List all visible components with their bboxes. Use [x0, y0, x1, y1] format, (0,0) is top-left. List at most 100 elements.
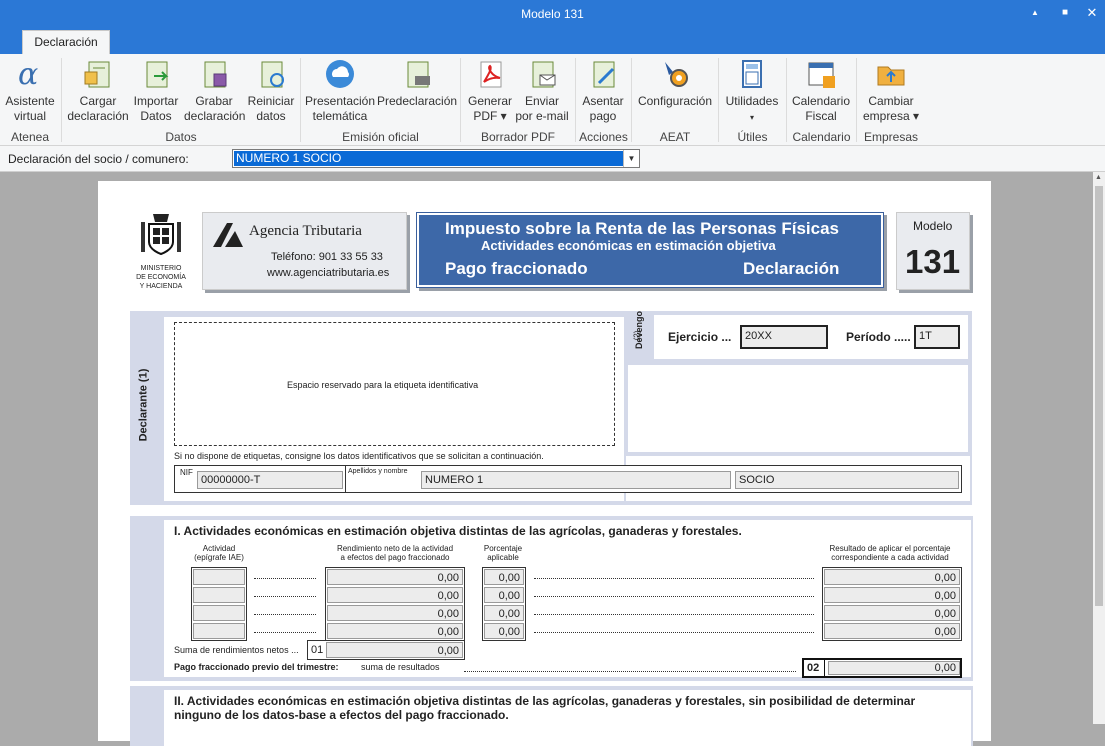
- button-label: Predeclaración: [377, 94, 458, 108]
- button-label: Reiniciar: [247, 94, 295, 108]
- actividad-field[interactable]: [193, 605, 245, 621]
- resultado-field[interactable]: 0,00: [824, 623, 960, 639]
- periodo-field[interactable]: 1T: [914, 325, 960, 349]
- pago-box: 02 0,00: [802, 658, 962, 678]
- porcentaje-field[interactable]: 0,00: [484, 587, 524, 603]
- button-label: Grabar: [195, 94, 233, 108]
- socio-select[interactable]: NUMERO 1 SOCIO ▼: [232, 149, 640, 168]
- name-label: Apellidos y nombre: [348, 468, 408, 475]
- presentacion-telematica-button[interactable]: Presentación telemática: [304, 58, 376, 124]
- button-label: declaración: [184, 109, 246, 123]
- header-porcentaje: Porcentaje aplicable: [483, 544, 523, 562]
- calendar-icon: [808, 62, 835, 88]
- button-label: Generar: [467, 94, 513, 108]
- leader-dots: [254, 596, 316, 597]
- generar-pdf-button[interactable]: Generar PDF ▾: [464, 58, 516, 124]
- chevron-down-icon: ▾: [749, 113, 754, 122]
- leader-dots: [534, 632, 814, 633]
- enviar-email-button[interactable]: Enviar por e-mail: [514, 58, 570, 124]
- pago-field[interactable]: 0,00: [828, 661, 960, 675]
- porcentaje-field[interactable]: 0,00: [484, 605, 524, 621]
- rendimiento-field[interactable]: 0,00: [327, 623, 463, 639]
- save-icon: [204, 61, 227, 88]
- email-icon: [532, 61, 556, 88]
- utilidades-button[interactable]: Utilidades ▾: [722, 58, 782, 125]
- pen-document-icon: [593, 61, 615, 88]
- suma-label: Suma de rendimientos netos ...: [174, 645, 299, 655]
- predeclaracion-button[interactable]: Predeclaración: [377, 58, 457, 109]
- header-resultado: Resultado de aplicar el porcentaje corre…: [829, 544, 951, 562]
- vertical-scrollbar[interactable]: ▲: [1093, 172, 1105, 724]
- grabar-declaracion-button[interactable]: Grabar declaración: [184, 58, 246, 124]
- title-bar: Modelo 131 ▲ ■ ✕: [0, 0, 1105, 28]
- group-label-borrador: Borrador PDF: [480, 130, 556, 144]
- ejercicio-field[interactable]: 20XX: [740, 325, 828, 349]
- reiniciar-datos-button[interactable]: Reiniciar datos: [244, 58, 298, 124]
- devengo-section: Devengo (2) Ejercicio ... 20XX Período .…: [626, 311, 972, 456]
- importar-datos-button[interactable]: Importar Datos: [130, 58, 182, 124]
- porcentaje-field[interactable]: 0,00: [484, 623, 524, 639]
- suma-field[interactable]: 0,00: [326, 642, 463, 658]
- name-field[interactable]: SOCIO: [735, 471, 959, 489]
- cargar-declaracion-button[interactable]: Cargar declaración: [66, 58, 130, 124]
- agency-phone: Teléfono: 901 33 55 33: [271, 251, 383, 263]
- actividad-field[interactable]: [193, 569, 245, 585]
- agency-web: www.agenciatributaria.es: [267, 267, 390, 279]
- asistente-virtual-button[interactable]: α Asistente virtual: [4, 58, 56, 124]
- actividad-field[interactable]: [193, 587, 245, 603]
- folder-up-icon: [877, 66, 905, 86]
- close-button[interactable]: ✕: [1083, 4, 1101, 22]
- pdf-icon: [480, 61, 502, 88]
- button-label: telemática: [312, 109, 368, 123]
- calendario-fiscal-button[interactable]: Calendario Fiscal: [790, 58, 852, 124]
- section-1-title: I. Actividades económicas en estimación …: [174, 524, 742, 538]
- group-label-aeat: AEAT: [659, 130, 691, 144]
- resultado-field[interactable]: 0,00: [824, 569, 960, 585]
- actividad-field[interactable]: [193, 623, 245, 639]
- ejercicio-label: Ejercicio ...: [668, 330, 732, 344]
- pago-label: Pago fraccionado previo del trimestre:: [174, 662, 339, 672]
- button-label: virtual: [13, 109, 46, 123]
- ribbon-tabs: Declaración: [0, 28, 1105, 54]
- porcentaje-field[interactable]: 0,00: [484, 569, 524, 585]
- agency-name: Agencia Tributaria: [249, 223, 362, 239]
- print-document-icon: [407, 61, 430, 88]
- button-label: Importar: [133, 94, 179, 108]
- resultado-field[interactable]: 0,00: [824, 587, 960, 603]
- button-label: PDF ▾: [473, 109, 507, 123]
- suma-box-number: 01: [311, 644, 324, 656]
- modelo-label: Modelo: [913, 219, 953, 233]
- socio-selector-bar: Declaración del socio / comunero: NUMERO…: [0, 146, 1105, 172]
- tab-declaracion[interactable]: Declaración: [22, 30, 110, 54]
- maximize-button[interactable]: ■: [1056, 4, 1074, 22]
- nif-field[interactable]: 00000000-T: [197, 471, 343, 489]
- scroll-up-icon[interactable]: ▲: [1095, 174, 1102, 181]
- chevron-down-icon[interactable]: ▼: [623, 150, 639, 167]
- banner-title: Impuesto sobre la Renta de las Personas …: [445, 219, 839, 238]
- rendimiento-field[interactable]: 0,00: [327, 605, 463, 621]
- devengo-side-note: (2): [632, 330, 642, 341]
- rendimiento-field[interactable]: 0,00: [327, 569, 463, 585]
- load-document-icon: [84, 61, 110, 88]
- button-label: Presentación: [304, 94, 376, 108]
- group-label-acciones: Acciones: [579, 130, 628, 144]
- surname-field[interactable]: NUMERO 1: [421, 471, 731, 489]
- button-label: Asentar: [582, 94, 624, 108]
- banner-right: Declaración: [743, 259, 840, 278]
- button-label: Fiscal: [805, 109, 837, 123]
- modelo-box: Modelo 131: [896, 212, 970, 290]
- identification-row: NIF 00000000-T Apellidos y nombre NUMERO…: [174, 465, 962, 493]
- button-label: Cargar: [79, 94, 117, 108]
- ribbon: α Asistente virtual Cargar declaración Imp…: [0, 54, 1105, 146]
- cambiar-empresa-button[interactable]: Cambiar empresa ▾: [860, 58, 922, 124]
- leader-dots: [534, 614, 814, 615]
- asentar-pago-button[interactable]: Asentar pago: [579, 58, 627, 124]
- banner-subtitle: Actividades económicas en estimación obj…: [481, 238, 776, 253]
- section-2: II. Actividades económicas en estimación…: [130, 686, 973, 746]
- pago-box-number: 02: [807, 662, 820, 674]
- configuracion-button[interactable]: Configuración: [634, 58, 716, 109]
- resultado-field[interactable]: 0,00: [824, 605, 960, 621]
- scroll-thumb[interactable]: [1095, 186, 1103, 606]
- minimize-button[interactable]: ▲: [1026, 4, 1044, 22]
- rendimiento-field[interactable]: 0,00: [327, 587, 463, 603]
